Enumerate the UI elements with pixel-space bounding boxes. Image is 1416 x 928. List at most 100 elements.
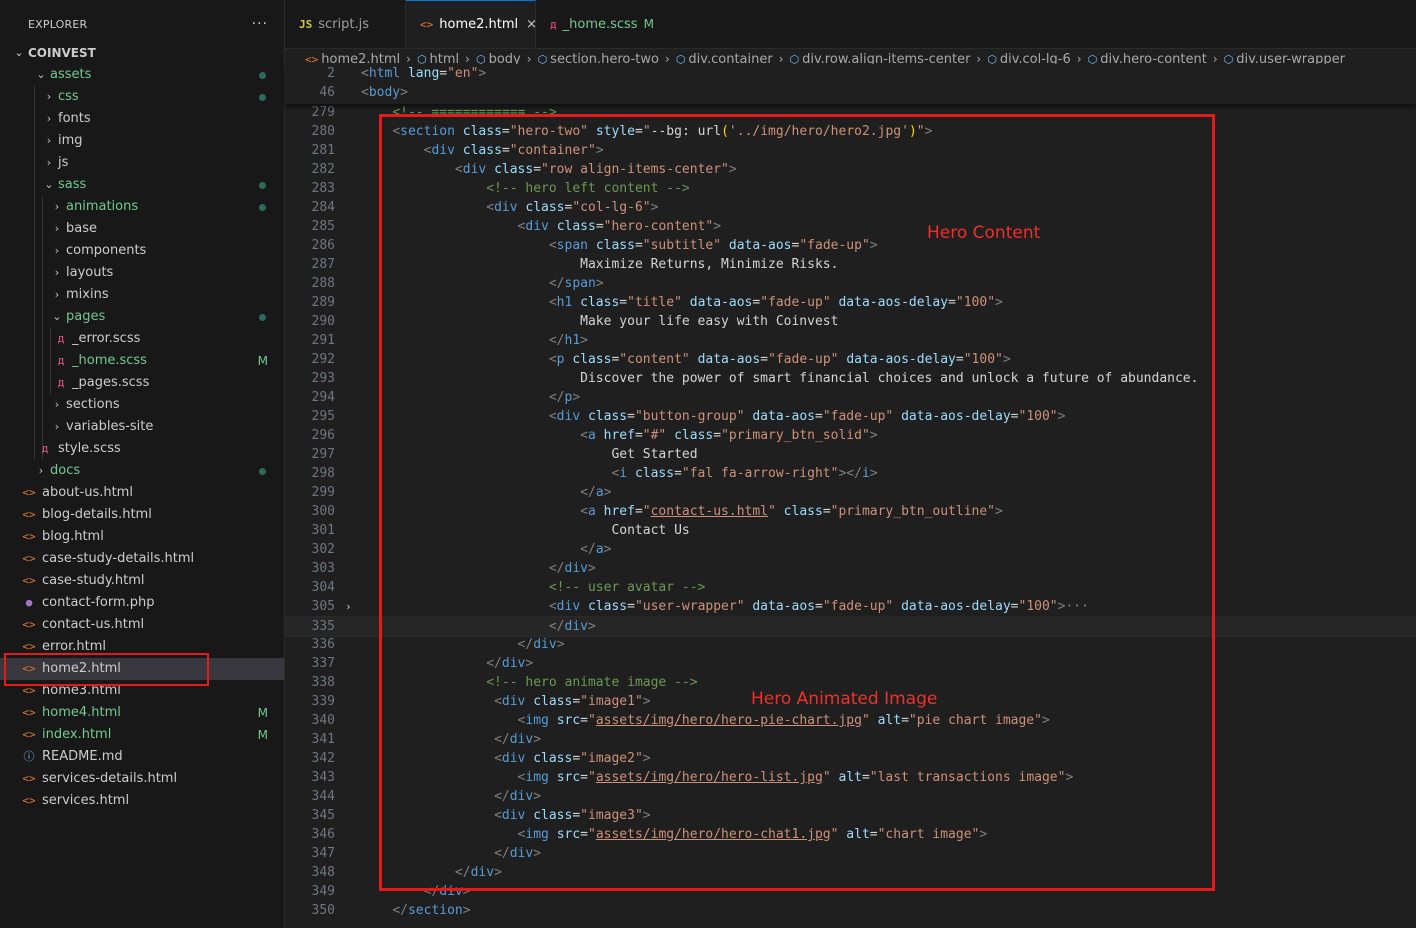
code-line[interactable]: 297 Get Started	[285, 445, 1416, 464]
tree-item[interactable]: › sections	[0, 394, 284, 416]
code-line[interactable]: 347 </div>	[285, 844, 1416, 863]
chevron-right-icon: ›	[54, 266, 60, 279]
code-line[interactable]: 345 <div class="image3">	[285, 806, 1416, 825]
code-line[interactable]: 282 <div class="row align-items-center">	[285, 160, 1416, 179]
project-root[interactable]: ⌄ COINVEST	[0, 42, 284, 64]
code-text: <a href="#" class="primary_btn_solid">	[580, 428, 878, 443]
sticky-line[interactable]: 46 <body>	[285, 83, 1416, 102]
code-line[interactable]: 335 </div>	[285, 616, 1416, 637]
more-actions-icon[interactable]: ···	[252, 16, 268, 32]
code-line[interactable]: 292 <p class="content" data-aos="fade-up…	[285, 350, 1416, 369]
tree-item[interactable]: <> contact-us.html	[0, 614, 284, 636]
code-line[interactable]: 289 <h1 class="title" data-aos="fade-up"…	[285, 293, 1416, 312]
tree-item[interactable]: ● contact-form.php	[0, 592, 284, 614]
code-line[interactable]: 300 <a href="contact-us.html" class="pri…	[285, 502, 1416, 521]
code-line[interactable]: 294 </p>	[285, 388, 1416, 407]
code-line[interactable]: 349 </div>	[285, 882, 1416, 901]
indent-guide	[50, 372, 51, 394]
tree-item[interactable]: ⌄ sass	[0, 174, 284, 196]
code-text: Contact Us	[611, 523, 690, 538]
tree-item[interactable]: <> case-study-details.html	[0, 548, 284, 570]
code-line[interactable]: 350 </section>	[285, 901, 1416, 920]
code-line[interactable]: 343 <img src="assets/img/hero/hero-list.…	[285, 768, 1416, 787]
tree-item[interactable]: › animations	[0, 196, 284, 218]
tree-item[interactable]: › mixins	[0, 284, 284, 306]
chevron-right-icon: ›	[46, 134, 52, 147]
code-line[interactable]: 337 </div>	[285, 654, 1416, 673]
tab-script-js[interactable]: JS script.js	[285, 0, 406, 48]
code-line[interactable]: 342 <div class="image2">	[285, 749, 1416, 768]
tree-item[interactable]: › layouts	[0, 262, 284, 284]
tree-item[interactable]: д _pages.scss	[0, 372, 284, 394]
code-line[interactable]: 299 </a>	[285, 483, 1416, 502]
tree-item[interactable]: ⌄ assets	[0, 64, 284, 86]
tree-item[interactable]: › img	[0, 130, 284, 152]
tree-item-label: fonts	[58, 111, 91, 126]
tree-item[interactable]: › docs	[0, 460, 284, 482]
code-line[interactable]: 293 Discover the power of smart financia…	[285, 369, 1416, 388]
tree-item[interactable]: <> services-details.html	[0, 768, 284, 790]
tree-item[interactable]: д _error.scss	[0, 328, 284, 350]
code-line[interactable]: 344 </div>	[285, 787, 1416, 806]
tree-item[interactable]: <> about-us.html	[0, 482, 284, 504]
code-line[interactable]: 296 <a href="#" class="primary_btn_solid…	[285, 426, 1416, 445]
code-text: </div>	[494, 732, 542, 747]
code-line[interactable]: 284 <div class="col-lg-6">	[285, 198, 1416, 217]
tree-item[interactable]: › components	[0, 240, 284, 262]
code-line[interactable]: 336 </div>	[285, 635, 1416, 654]
tree-item[interactable]: › js	[0, 152, 284, 174]
code-line[interactable]: 288 </span>	[285, 274, 1416, 293]
code-line[interactable]: 304 <!-- user avatar -->	[285, 578, 1416, 597]
indent-guide	[42, 394, 43, 416]
code-text: </a>	[580, 485, 612, 500]
code-line[interactable]: 301 Contact Us	[285, 521, 1416, 540]
code-line[interactable]: 303 </div>	[285, 559, 1416, 578]
tree-item[interactable]: <> home4.html M	[0, 702, 284, 724]
code-line[interactable]: 295 <div class="button-group" data-aos="…	[285, 407, 1416, 426]
tree-item-label: pages	[66, 309, 106, 324]
code-line[interactable]: 285 <div class="hero-content">	[285, 217, 1416, 236]
tree-item[interactable]: <> services.html	[0, 790, 284, 812]
chevron-right-icon: ›	[46, 112, 52, 125]
tree-item[interactable]: ⓘ README.md	[0, 746, 284, 768]
tree-item[interactable]: › css	[0, 86, 284, 108]
fold-chevron-icon[interactable]: ›	[345, 597, 352, 616]
sticky-line[interactable]: 2 <html lang="en">	[285, 64, 1416, 83]
tree-item[interactable]: <> blog-details.html	[0, 504, 284, 526]
tree-item[interactable]: <> case-study.html	[0, 570, 284, 592]
tab-home2-html[interactable]: <> home2.html ×	[406, 0, 537, 48]
code-line[interactable]: 283 <!-- hero left content -->	[285, 179, 1416, 198]
code-line[interactable]: 340 <img src="assets/img/hero/hero-pie-c…	[285, 711, 1416, 730]
code-line[interactable]: 302 </a>	[285, 540, 1416, 559]
code-line[interactable]: 348 </div>	[285, 863, 1416, 882]
tree-item[interactable]: ⌄ pages	[0, 306, 284, 328]
tree-item[interactable]: д style.scss	[0, 438, 284, 460]
tree-item[interactable]: › variables-site	[0, 416, 284, 438]
tree-item[interactable]: <> index.html M	[0, 724, 284, 746]
tree-item[interactable]: <> blog.html	[0, 526, 284, 548]
code-line[interactable]: 346 <img src="assets/img/hero/hero-chat1…	[285, 825, 1416, 844]
code-editor[interactable]: 2 <html lang="en"> 46 <body> 279 <!-- =====…	[285, 64, 1416, 928]
code-line[interactable]: 305 › <div class="user-wrapper" data-aos=…	[285, 597, 1416, 616]
code-line[interactable]: 298 <i class="fal fa-arrow-right"></i>	[285, 464, 1416, 483]
code-line[interactable]: 291 </h1>	[285, 331, 1416, 350]
tree-item[interactable]: › base	[0, 218, 284, 240]
chevron-right-icon: ›	[54, 288, 60, 301]
line-number: 301	[311, 523, 335, 538]
code-text: </div>	[454, 865, 502, 880]
tree-item[interactable]: › fonts	[0, 108, 284, 130]
tab-home-scss[interactable]: д _home.scss M	[536, 0, 662, 48]
indent-guide	[34, 350, 35, 372]
code-line[interactable]: 279 <!-- ============ -->	[285, 103, 1416, 122]
code-line[interactable]: 287 Maximize Returns, Minimize Risks.	[285, 255, 1416, 274]
code-line[interactable]: 341 </div>	[285, 730, 1416, 749]
code-line[interactable]: 286 <span class="subtitle" data-aos="fad…	[285, 236, 1416, 255]
line-number: 342	[311, 751, 335, 766]
tree-item-label: services.html	[42, 793, 130, 808]
code-line[interactable]: 280 <section class="hero-two" style="--b…	[285, 122, 1416, 141]
line-number: 300	[311, 504, 335, 519]
code-line[interactable]: 290 Make your life easy with Coinvest	[285, 312, 1416, 331]
code-line[interactable]: 281 <div class="container">	[285, 141, 1416, 160]
indent-guide	[42, 284, 43, 306]
tree-item[interactable]: д _home.scss M	[0, 350, 284, 372]
